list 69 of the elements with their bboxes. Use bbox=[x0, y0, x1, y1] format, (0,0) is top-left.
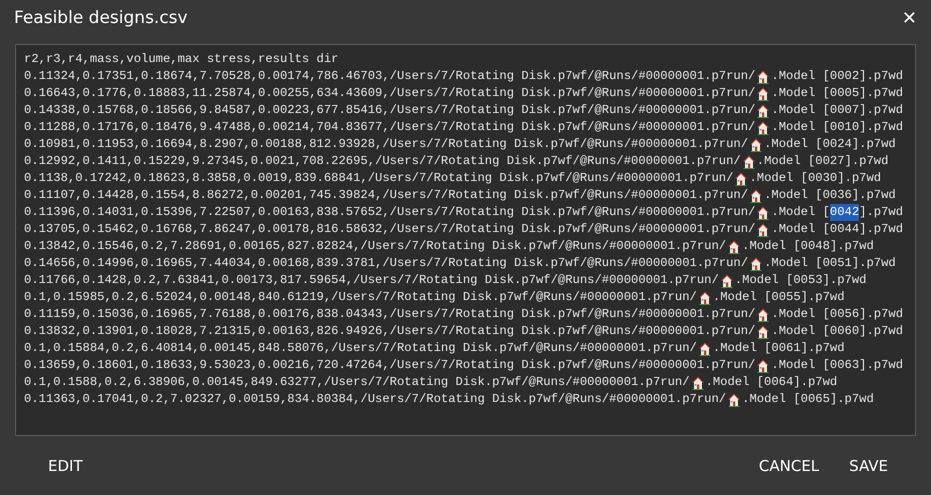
csv-line: 0.11363,0.17041,0.2,7.02327,0.00159,834.80384,/Users/7/Rotating Disk.p7wf/@Runs/#00000001.p7run/ bbox=[24, 391, 726, 408]
house-icon bbox=[750, 256, 762, 270]
file-name: .Model [0036].p7wd bbox=[764, 187, 896, 204]
house-icon bbox=[757, 324, 770, 338]
csv-line: 0.14338,0.15768,0.18566,9.84587,0.00223,677.85416,/Users/7/Rotating Disk.p7wf/@Runs/#00000001.p7run/ bbox=[24, 102, 756, 119]
house-icon bbox=[728, 240, 740, 254]
file-name: .Model [0063].p7wd bbox=[771, 357, 904, 374]
file-name: .Model [0053].p7wd bbox=[734, 272, 866, 289]
house-icon bbox=[750, 188, 762, 202]
file-name: .Model [0051].p7wd bbox=[764, 255, 896, 272]
csv-line: 0.1,0.1588,0.2,6.38906,0.00145,849.63277,/Users/7/Rotating Disk.p7wf/@Runs/#00000001.p7run/ bbox=[24, 374, 690, 391]
file-name: .Model [0061].p7wd bbox=[712, 340, 845, 357]
csv-line: 0.11766,0.1428,0.2,7.63841,0.00173,817.59654,/Users/7/Rotating Disk.p7wf/@Runs/#00000001.p7run/ bbox=[24, 272, 719, 289]
csv-line: 0.13842,0.15546,0.2,7.28691,0.00165,827.82824,/Users/7/Rotating Disk.p7wf/@Runs/#00000001.p7run/ bbox=[24, 238, 726, 255]
house-icon bbox=[742, 154, 755, 168]
house-icon bbox=[728, 392, 740, 406]
csv-text-area[interactable] bbox=[15, 44, 916, 436]
selected-text: 0042 bbox=[830, 204, 860, 221]
house-icon bbox=[757, 104, 770, 118]
csv-line: 0.14656,0.14996,0.16965,7.44034,0.00168,839.3781,/Users/7/Rotating Disk.p7wf/@Runs/#00000001.p7run/ bbox=[24, 255, 748, 272]
file-name: .Model [0065].p7wd bbox=[742, 391, 874, 408]
edit-button[interactable]: EDIT bbox=[33, 450, 98, 480]
csv-line: 0.10981,0.11953,0.16694,8.2907,0.00188,812.93928,/Users/7/Rotating Disk.p7wf/@Runs/#00000001.p7run/ bbox=[24, 136, 748, 153]
file-name: .Model [0007].p7wd bbox=[771, 102, 904, 119]
house-icon bbox=[698, 342, 711, 356]
file-name: .Model [0044].p7wd bbox=[771, 221, 904, 238]
csv-line: 0.11107,0.14428,0.1554,8.86272,0.00201,745.39824,/Users/7/Rotating Disk.p7wf/@Runs/#00000001.p7run/ bbox=[24, 187, 748, 204]
csv-line: 0.11396,0.14031,0.15396,7.22507,0.00163,838.57652,/Users/7/Rotating Disk.p7wf/@Runs/#00000001.p7run/ bbox=[24, 204, 756, 221]
file-name: .Model [0010].p7wd bbox=[771, 119, 904, 136]
house-icon bbox=[757, 358, 770, 372]
file-name: .Model [ bbox=[771, 204, 830, 221]
file-name: ].p7wd bbox=[859, 204, 904, 221]
house-icon bbox=[757, 222, 770, 236]
house-icon bbox=[757, 206, 770, 220]
dialog-button[interactable]: CANCEL bbox=[744, 450, 834, 480]
house-icon bbox=[757, 86, 770, 100]
house-icon bbox=[757, 70, 770, 84]
csv-line: 0.13832,0.13901,0.18028,7.21315,0.00163,826.94926,/Users/7/Rotating Disk.p7wf/@Runs/#00000001.p7run/ bbox=[24, 323, 756, 340]
csv-line: 0.11324,0.17351,0.18674,7.70528,0.00174,786.46703,/Users/7/Rotating Disk.p7wf/@Runs/#00000001.p7run/ bbox=[24, 68, 756, 85]
house-icon bbox=[735, 172, 748, 186]
dialog-title: Feasible designs.csv bbox=[14, 8, 188, 28]
file-name: .Model [0048].p7wd bbox=[742, 238, 874, 255]
house-icon bbox=[692, 376, 704, 390]
csv-line: 0.16643,0.1776,0.18883,11.25874,0.00255,634.43609,/Users/7/Rotating Disk.p7wf/@Runs/#00000001.p7run/ bbox=[24, 85, 756, 102]
house-icon bbox=[750, 138, 762, 152]
file-name: .Model [0030].p7wd bbox=[749, 170, 882, 187]
house-icon bbox=[757, 308, 770, 322]
file-name: .Model [0055].p7wd bbox=[712, 289, 845, 306]
file-name: .Model [0027].p7wd bbox=[756, 153, 888, 170]
close-button[interactable]: ✕ bbox=[898, 8, 921, 28]
csv-line: 0.1138,0.17242,0.18623,8.3858,0.0019,839.68841,/Users/7/Rotating Disk.p7wf/@Runs/#00000001.p7run/ bbox=[24, 170, 734, 187]
csv-line: 0.12992,0.1411,0.15229,9.27345,0.0021,708.22695,/Users/7/Rotating Disk.p7wf/@Runs/#00000001.p7run/ bbox=[24, 153, 741, 170]
file-name: .Model [0024].p7wd bbox=[764, 136, 896, 153]
file-name: .Model [0005].p7wd bbox=[771, 85, 904, 102]
csv-line: 0.11159,0.15036,0.16965,7.76188,0.00176,838.04343,/Users/7/Rotating Disk.p7wf/@Runs/#00000001.p7run/ bbox=[24, 306, 756, 323]
house-icon bbox=[757, 120, 770, 134]
csv-line: 0.13659,0.18601,0.18633,9.53023,0.00216,720.47264,/Users/7/Rotating Disk.p7wf/@Runs/#00000001.p7run/ bbox=[24, 357, 756, 374]
house-icon bbox=[698, 290, 711, 304]
file-name: .Model [0056].p7wd bbox=[771, 306, 904, 323]
file-name: .Model [0064].p7wd bbox=[706, 374, 838, 391]
csv-line: 0.11288,0.17176,0.18476,9.47488,0.00214,704.83677,/Users/7/Rotating Disk.p7wf/@Runs/#00000001.p7run/ bbox=[24, 119, 756, 136]
house-icon bbox=[720, 274, 733, 288]
csv-line: 0.1,0.15985,0.2,6.52024,0.00148,840.61219,/Users/7/Rotating Disk.p7wf/@Runs/#00000001.p7run/ bbox=[24, 289, 697, 306]
dialog-button[interactable]: SAVE bbox=[834, 450, 903, 480]
file-name: .Model [0002].p7wd bbox=[771, 68, 904, 85]
csv-line: 0.13705,0.15462,0.16768,7.86247,0.00178,816.58632,/Users/7/Rotating Disk.p7wf/@Runs/#00000001.p7run/ bbox=[24, 221, 756, 238]
csv-line: 0.1,0.15884,0.2,6.40814,0.00145,848.58076,/Users/7/Rotating Disk.p7wf/@Runs/#00000001.p7run/ bbox=[24, 340, 697, 357]
csv-line: r2,r3,r4,mass,volume,max stress,results dir bbox=[24, 51, 340, 68]
file-name: .Model [0060].p7wd bbox=[771, 323, 904, 340]
